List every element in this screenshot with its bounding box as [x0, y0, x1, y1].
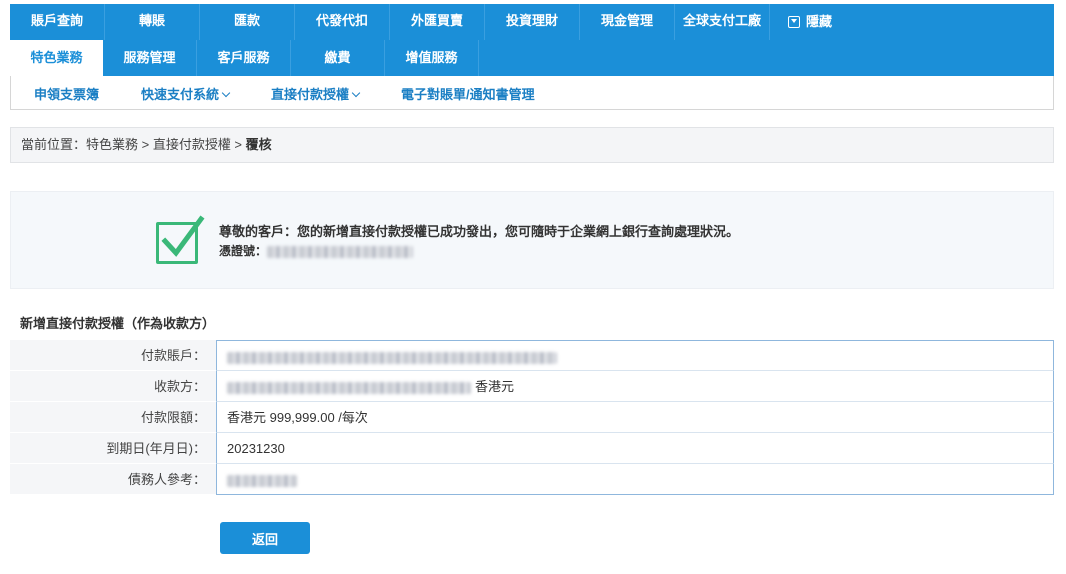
- tab-service-management[interactable]: 服務管理: [103, 40, 197, 76]
- field-label: 到期日(年月日)：: [10, 433, 216, 464]
- tab-bill-payment[interactable]: 繳費: [291, 40, 385, 76]
- collapse-icon: [787, 16, 800, 28]
- redacted-value: [227, 474, 297, 487]
- table-row: 債務人參考：: [10, 464, 1054, 495]
- redacted-value: [227, 351, 557, 364]
- redacted-value: [267, 245, 414, 258]
- nav-payroll[interactable]: 代發代扣: [295, 4, 390, 40]
- menu-direct-debit[interactable]: 直接付款授權: [271, 84, 361, 103]
- table-row: 到期日(年月日)： 20231230: [10, 433, 1054, 464]
- success-message: 尊敬的客戶：您的新增直接付款授權已成功發出，您可隨時于企業網上銀行查詢處理狀況。: [219, 224, 740, 239]
- nav-account-inquiry[interactable]: 賬戶查詢: [10, 4, 105, 40]
- reference-number: 憑證號：: [219, 242, 414, 259]
- field-value: [216, 464, 1054, 495]
- field-label: 付款限額：: [10, 402, 216, 433]
- tertiary-nav: 申領支票簿 快速支付系統 直接付款授權 電子對賬單/通知書管理: [10, 76, 1054, 110]
- field-label: 收款方：: [10, 371, 216, 402]
- redacted-value: [227, 381, 471, 394]
- table-row: 付款限額： 香港元 999,999.00 /每次: [10, 402, 1054, 433]
- tab-value-added[interactable]: 增值服務: [385, 40, 479, 76]
- table-row: 收款方： 香港元: [10, 371, 1054, 402]
- nav-global-payment[interactable]: 全球支付工廠: [675, 4, 770, 40]
- tab-featured-business[interactable]: 特色業務: [10, 40, 103, 76]
- back-button[interactable]: 返回: [220, 522, 310, 554]
- field-value: [216, 340, 1054, 371]
- breadcrumb-path: 當前位置：特色業務 > 直接付款授權 >: [21, 137, 246, 152]
- chevron-down-icon: [351, 88, 361, 98]
- field-value: 香港元: [216, 371, 1054, 402]
- tab-customer-service[interactable]: 客戶服務: [197, 40, 291, 76]
- menu-e-statement[interactable]: 電子對賬單/通知書管理: [401, 84, 535, 103]
- form-title: 新增直接付款授權（作為收款方）: [20, 316, 216, 331]
- authorization-details: 付款賬戶： 收款方： 香港元 付款限額： 香港元 999,999.00 /每次 …: [10, 340, 1054, 495]
- field-label: 債務人參考：: [10, 464, 216, 495]
- primary-nav: 賬戶查詢 轉賬 匯款 代發代扣 外匯買賣 投資理財 現金管理 全球支付工廠 隱藏: [10, 4, 1054, 40]
- field-value-text: 香港元: [475, 379, 515, 394]
- nav-transfer[interactable]: 轉賬: [105, 4, 200, 40]
- menu-direct-debit-label: 直接付款授權: [271, 87, 350, 102]
- nav-hide-toggle[interactable]: 隱藏: [770, 4, 850, 40]
- chevron-down-icon: [221, 88, 231, 98]
- reference-label: 憑證號：: [219, 244, 268, 258]
- menu-fps-label: 快速支付系統: [141, 87, 220, 102]
- success-panel: 尊敬的客戶：您的新增直接付款授權已成功發出，您可隨時于企業網上銀行查詢處理狀況。…: [10, 191, 1054, 289]
- breadcrumb-current: 覆核: [245, 137, 272, 152]
- field-value: 20231230: [216, 433, 1054, 464]
- success-check-icon: [156, 215, 205, 264]
- nav-hide-label: 隱藏: [805, 14, 832, 29]
- nav-remittance[interactable]: 匯款: [200, 4, 295, 40]
- nav-cash-management[interactable]: 現金管理: [580, 4, 675, 40]
- breadcrumb: 當前位置：特色業務 > 直接付款授權 > 覆核: [10, 127, 1054, 163]
- menu-cheque-book[interactable]: 申領支票簿: [34, 84, 99, 103]
- secondary-nav: 特色業務 服務管理 客戶服務 繳費 增值服務: [10, 40, 1054, 76]
- menu-fps[interactable]: 快速支付系統: [141, 84, 231, 103]
- table-row: 付款賬戶：: [10, 340, 1054, 371]
- nav-investment[interactable]: 投資理財: [485, 4, 580, 40]
- field-label: 付款賬戶：: [10, 340, 216, 371]
- nav-fx[interactable]: 外匯買賣: [390, 4, 485, 40]
- field-value: 香港元 999,999.00 /每次: [216, 402, 1054, 433]
